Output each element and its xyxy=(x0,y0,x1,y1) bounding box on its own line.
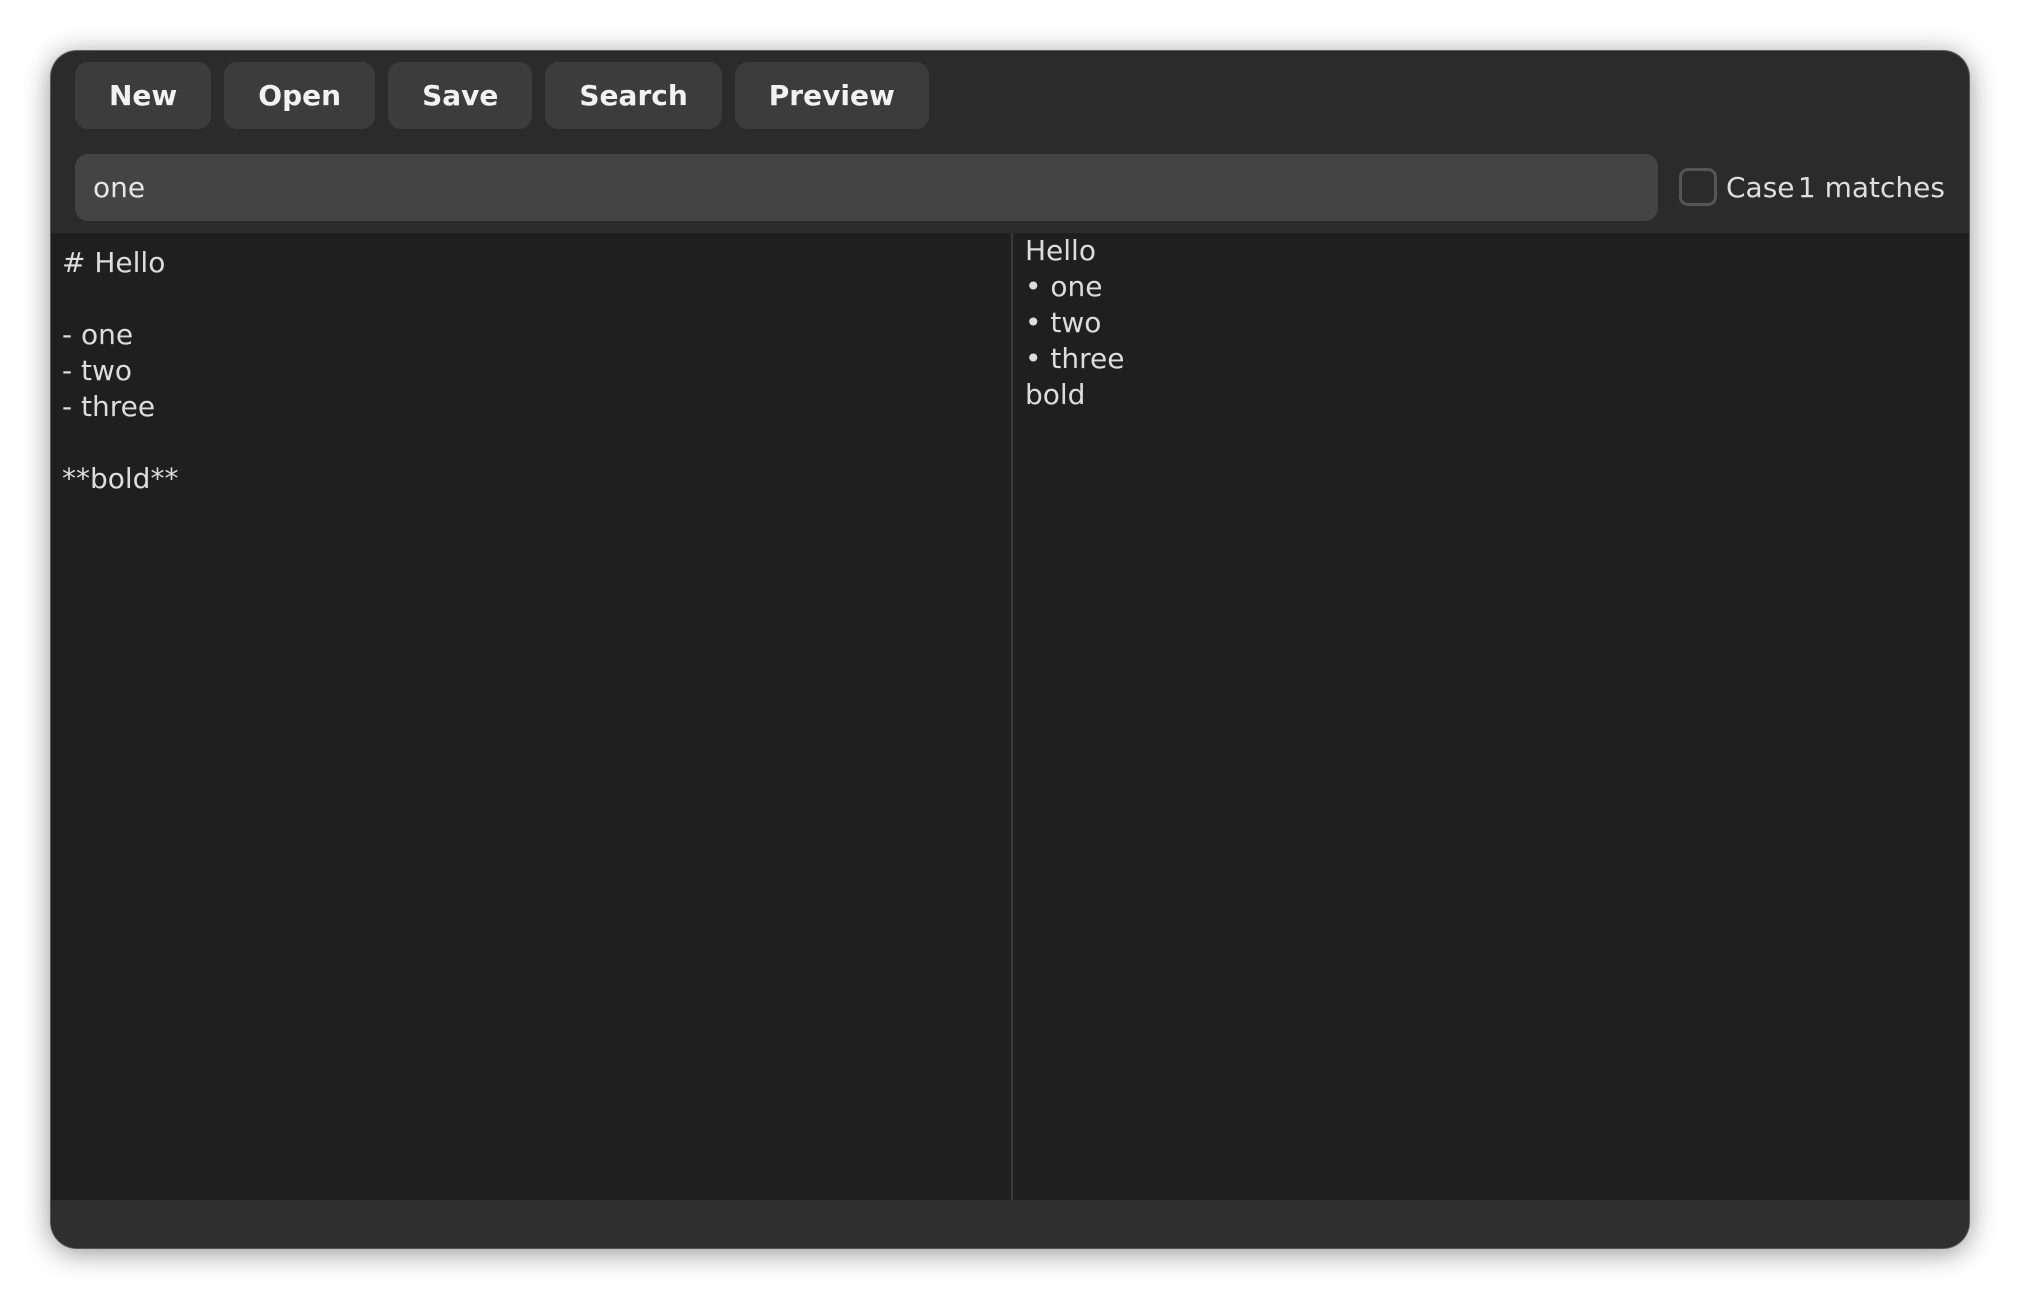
preview-line: bold xyxy=(1025,378,1086,411)
preview-line: • one xyxy=(1025,270,1103,303)
editor-line: - three xyxy=(62,390,156,423)
editor-line: # Hello xyxy=(62,246,166,279)
search-button[interactable]: Search xyxy=(545,62,722,129)
case-sensitive-checkbox[interactable] xyxy=(1679,168,1717,206)
case-sensitive-label: Case xyxy=(1726,171,1795,204)
match-count: 1 matches xyxy=(1797,171,1945,204)
editor-line: **bold** xyxy=(62,462,179,495)
app-window: New Open Save Search Preview Case 1 matc… xyxy=(51,51,1969,1248)
new-button[interactable]: New xyxy=(75,62,212,129)
preview-button[interactable]: Preview xyxy=(734,62,929,129)
preview-line: Hello xyxy=(1025,234,1096,267)
markdown-editor[interactable]: # Hello - one - two - three **bold** xyxy=(51,233,1011,1200)
preview-line: • two xyxy=(1025,306,1102,339)
editor-area: # Hello - one - two - three **bold** Hel… xyxy=(51,233,1969,1200)
search-input[interactable] xyxy=(75,154,1658,221)
editor-line: - two xyxy=(62,354,133,387)
status-bar xyxy=(51,1200,1969,1248)
preview-line: • three xyxy=(1025,342,1125,375)
open-button[interactable]: Open xyxy=(224,62,376,129)
preview-pane: Hello • one • two • three bold xyxy=(1013,233,1969,1200)
editor-line: - one xyxy=(62,318,134,351)
search-bar: Case 1 matches xyxy=(75,154,1945,221)
save-button[interactable]: Save xyxy=(388,62,533,129)
toolbar: New Open Save Search Preview xyxy=(75,62,929,129)
